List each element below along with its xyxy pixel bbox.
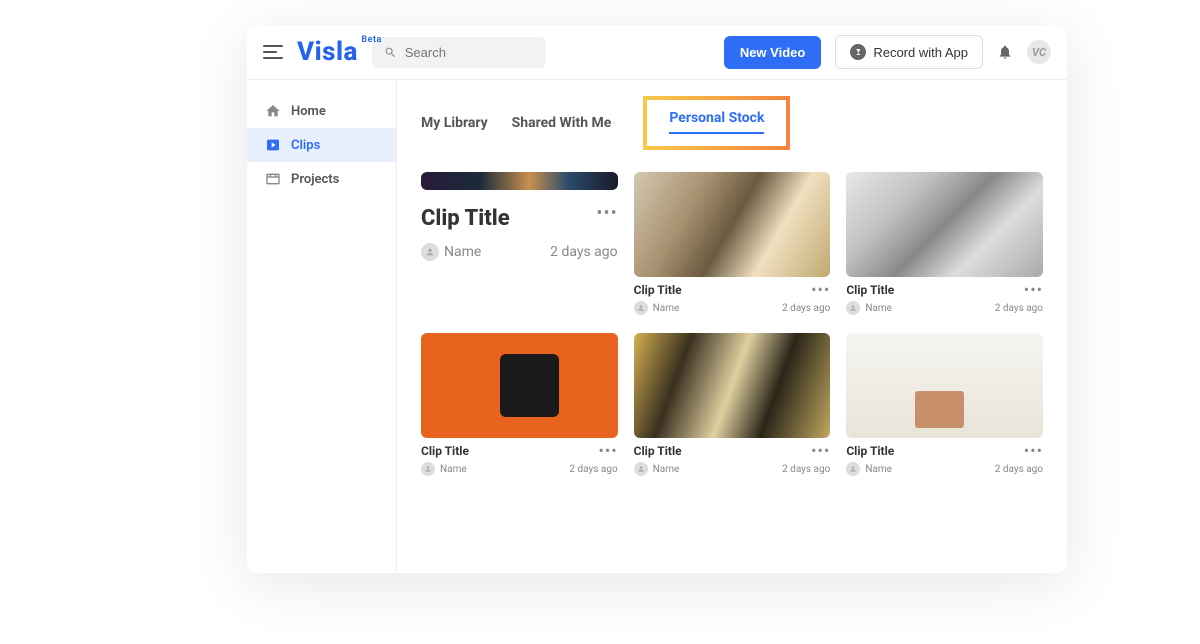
search-box[interactable] — [372, 37, 546, 68]
sidebar-item-label: Clips — [291, 138, 320, 153]
tab-underline — [669, 132, 764, 134]
sidebar-item-home[interactable]: Home — [247, 94, 396, 128]
clip-author: Name — [865, 303, 892, 314]
sidebar-item-clips[interactable]: Clips — [247, 128, 396, 162]
beta-badge: Beta — [361, 35, 381, 45]
search-icon — [384, 45, 397, 60]
main: My Library Shared With Me Personal Stock… — [397, 80, 1067, 573]
user-icon — [846, 462, 860, 476]
record-label: Record with App — [873, 45, 968, 60]
more-icon[interactable]: ••• — [596, 209, 617, 219]
clip-card[interactable]: Clip Title ••• Name 2 days ago — [634, 333, 831, 476]
content: Clip Title ••• Name 2 days ago — [397, 150, 1067, 573]
user-icon — [421, 462, 435, 476]
tab-label: Personal Stock — [669, 110, 764, 126]
more-icon[interactable]: ••• — [598, 446, 617, 456]
avatar[interactable]: VC — [1027, 40, 1051, 64]
clip-title: Clip Title — [846, 283, 894, 297]
clip-time: 2 days ago — [995, 464, 1043, 475]
sidebar-item-projects[interactable]: Projects — [247, 162, 396, 196]
clip-card[interactable]: Clip Title ••• Name 2 days ago — [846, 333, 1043, 476]
notifications-icon[interactable] — [997, 43, 1013, 61]
clip-author: Name — [865, 464, 892, 475]
clip-icon — [265, 137, 281, 153]
clip-title: Clip Title — [846, 444, 894, 458]
record-with-app-button[interactable]: Record with App — [835, 35, 983, 69]
search-input[interactable] — [405, 45, 534, 60]
more-icon[interactable]: ••• — [1024, 285, 1043, 295]
clip-thumbnail — [421, 172, 618, 190]
more-icon[interactable]: ••• — [811, 446, 830, 456]
clip-author: Name — [444, 244, 481, 260]
clip-author: Name — [653, 303, 680, 314]
clip-time: 2 days ago — [782, 464, 830, 475]
clip-time: 2 days ago — [995, 303, 1043, 314]
logo-text: Visla — [297, 37, 358, 67]
clip-card[interactable]: Clip Title ••• Name 2 days ago — [846, 172, 1043, 315]
app-window: VislaBeta New Video Record with App VC H… — [247, 25, 1067, 573]
clip-thumbnail — [846, 172, 1043, 277]
home-icon — [265, 103, 281, 119]
projects-icon — [265, 171, 281, 187]
body: Home Clips Projects My Library Shared Wi… — [247, 80, 1067, 573]
clip-time: 2 days ago — [782, 303, 830, 314]
clip-author: Name — [440, 464, 467, 475]
clip-thumbnail — [421, 333, 618, 438]
clip-thumbnail — [846, 333, 1043, 438]
clip-title: Clip Title — [634, 444, 682, 458]
download-icon — [850, 44, 866, 60]
clip-author: Name — [653, 464, 680, 475]
sidebar: Home Clips Projects — [247, 80, 397, 573]
clips-grid: Clip Title ••• Name 2 days ago — [421, 172, 1043, 476]
new-video-button[interactable]: New Video — [724, 36, 822, 69]
user-icon — [846, 301, 860, 315]
clip-time: 2 days ago — [569, 464, 617, 475]
clip-time: 2 days ago — [550, 243, 618, 263]
sidebar-item-label: Projects — [291, 172, 339, 187]
tab-shared-with-me[interactable]: Shared With Me — [512, 109, 612, 137]
clip-card[interactable]: Clip Title ••• Name 2 days ago — [634, 172, 831, 315]
more-icon[interactable]: ••• — [811, 285, 830, 295]
user-icon — [634, 462, 648, 476]
top-bar: VislaBeta New Video Record with App VC — [247, 25, 1067, 80]
clip-card[interactable]: Clip Title ••• Name 2 days ago — [421, 172, 618, 315]
clip-title: Clip Title — [421, 444, 469, 458]
more-icon[interactable]: ••• — [1024, 446, 1043, 456]
user-icon — [634, 301, 648, 315]
clip-thumbnail — [634, 172, 831, 277]
menu-icon[interactable] — [263, 45, 283, 59]
clip-title: Clip Title — [421, 206, 510, 231]
tabs: My Library Shared With Me Personal Stock — [397, 80, 1067, 150]
logo: VislaBeta — [297, 37, 358, 67]
tab-personal-stock[interactable]: Personal Stock — [643, 96, 790, 150]
tab-my-library[interactable]: My Library — [421, 109, 488, 137]
user-icon — [421, 243, 439, 261]
clip-title: Clip Title — [634, 283, 682, 297]
clip-card[interactable]: Clip Title ••• Name 2 days ago — [421, 333, 618, 476]
sidebar-item-label: Home — [291, 104, 326, 119]
clip-thumbnail — [634, 333, 831, 438]
